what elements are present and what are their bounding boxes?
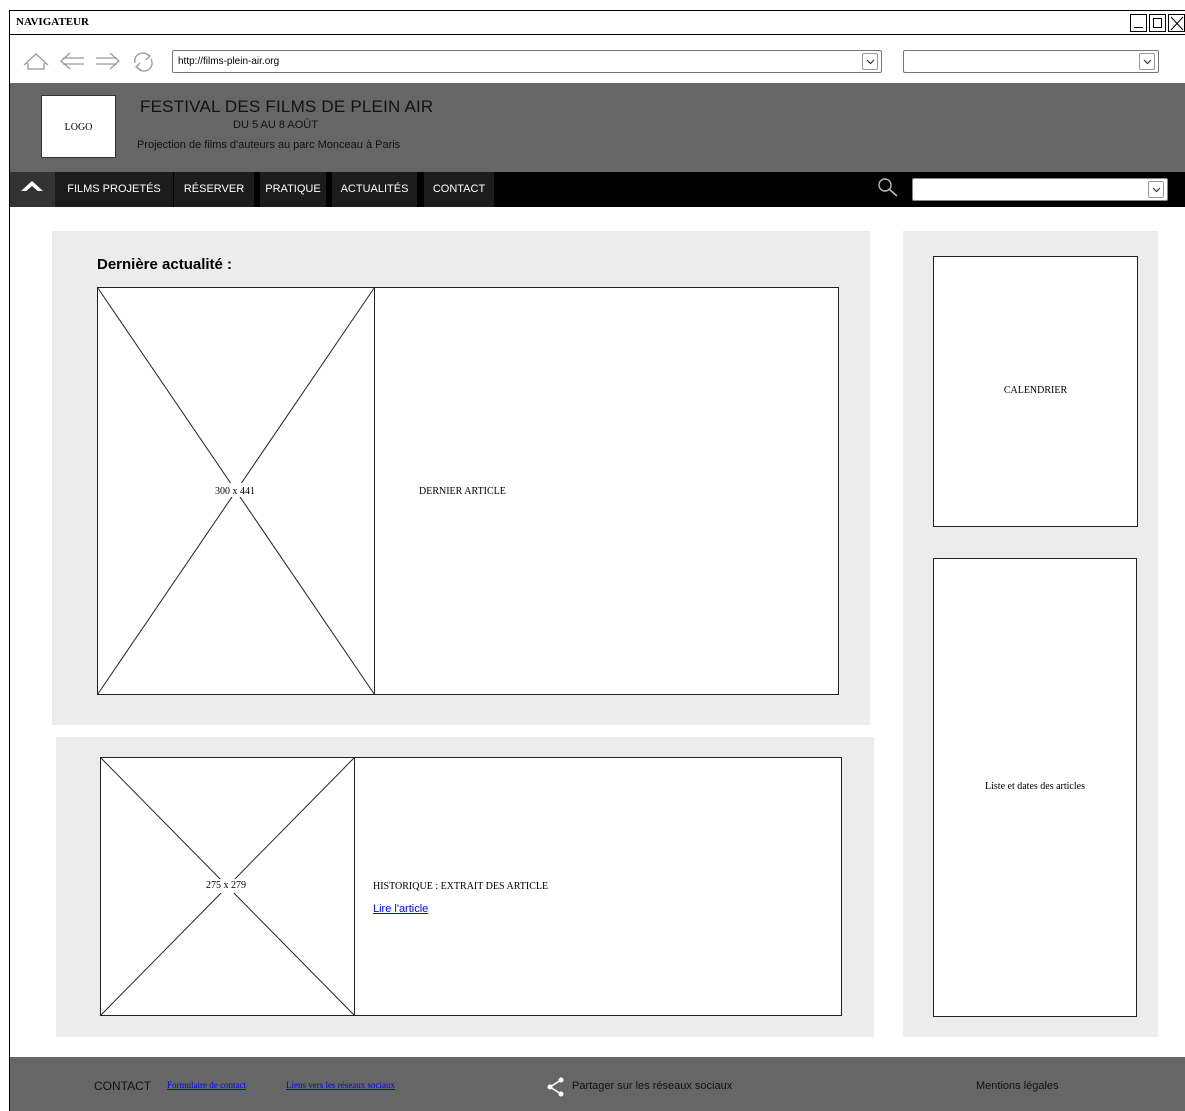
legal-notice-link[interactable]: Mentions légales <box>976 1080 1059 1092</box>
url-dropdown-button[interactable] <box>862 53 878 70</box>
browser-toolbar: http://films-plein-air.org <box>10 36 1185 83</box>
window-controls <box>1130 14 1185 32</box>
nav-item-reserver[interactable]: RÉSERVER <box>174 172 254 207</box>
site-title: FESTIVAL DES FILMS DE PLEIN AIR <box>140 97 434 116</box>
title-bar: NAVIGATEUR <box>10 11 1185 35</box>
calendar-label: CALENDRIER <box>1003 385 1068 396</box>
share-label[interactable]: Partager sur les réseaux sociaux <box>572 1080 732 1092</box>
home-icon[interactable] <box>22 50 50 72</box>
browser-nav-buttons <box>22 50 156 72</box>
latest-image-size-label: 300 x 441 <box>215 486 255 497</box>
calendar-widget[interactable]: CALENDRIER <box>933 256 1138 527</box>
logo[interactable]: LOGO <box>41 95 116 158</box>
refresh-icon[interactable] <box>130 50 156 72</box>
latest-news-heading: Dernière actualité : <box>97 256 233 273</box>
articles-list-label: Liste et dates des articles <box>985 781 1085 792</box>
search-icon[interactable] <box>877 177 899 199</box>
footer-contact-label: CONTACT <box>94 1079 152 1093</box>
forward-arrow-icon[interactable] <box>94 50 122 72</box>
logo-text: LOGO <box>64 122 93 133</box>
articles-list[interactable]: Liste et dates des articles <box>933 558 1137 1017</box>
festival-dates: DU 5 AU 8 AOÛT <box>233 119 318 131</box>
back-arrow-icon[interactable] <box>58 50 86 72</box>
contact-form-link[interactable]: Formulaire de contact <box>167 1080 246 1090</box>
window-title: NAVIGATEUR <box>16 16 89 28</box>
home-icon <box>21 181 43 196</box>
read-article-link[interactable]: Lire l'article <box>373 903 428 915</box>
site-search-select[interactable] <box>912 178 1168 201</box>
site-tagline: Projection de films d'auteurs au parc Mo… <box>137 139 401 151</box>
main-nav: FILMS PROJETÉS RÉSERVER PRATIQUE ACTUALI… <box>10 172 1185 207</box>
search-dropdown-button[interactable] <box>1139 53 1155 70</box>
nav-item-actualites[interactable]: ACTUALITÉS <box>332 172 417 207</box>
chevron-down-icon <box>866 59 875 65</box>
site-header: LOGO FESTIVAL DES FILMS DE PLEIN AIR DU … <box>10 83 1185 172</box>
share-icon[interactable] <box>546 1076 568 1098</box>
history-excerpt: HISTORIQUE : EXTRAIT DES ARTICLE <box>373 881 549 892</box>
url-text: http://films-plein-air.org <box>178 56 280 67</box>
close-icon <box>1170 16 1184 31</box>
site-footer: CONTACT Formulaire de contact Liens vers… <box>10 1057 1185 1111</box>
latest-article-label: DERNIER ARTICLE <box>419 486 506 497</box>
browser-search-field[interactable] <box>903 50 1159 73</box>
close-button[interactable] <box>1168 14 1185 32</box>
minimize-button[interactable] <box>1130 14 1147 32</box>
browser-window: NAVIGATEUR http://films-plein-air.org LO… <box>9 10 1185 1111</box>
site-search-dropdown-button[interactable] <box>1148 181 1164 198</box>
url-bar[interactable]: http://films-plein-air.org <box>172 50 882 73</box>
chevron-down-icon <box>1143 59 1152 65</box>
history-image-size-label: 275 x 279 <box>206 880 246 891</box>
maximize-button[interactable] <box>1149 14 1166 32</box>
nav-item-films[interactable]: FILMS PROJETÉS <box>55 172 173 207</box>
chevron-down-icon <box>1152 187 1161 193</box>
nav-home-button[interactable] <box>10 172 55 207</box>
nav-item-contact[interactable]: CONTACT <box>424 172 494 207</box>
nav-item-pratique[interactable]: PRATIQUE <box>260 172 326 207</box>
social-links[interactable]: Liens vers les réseaux sociaux <box>286 1080 395 1090</box>
